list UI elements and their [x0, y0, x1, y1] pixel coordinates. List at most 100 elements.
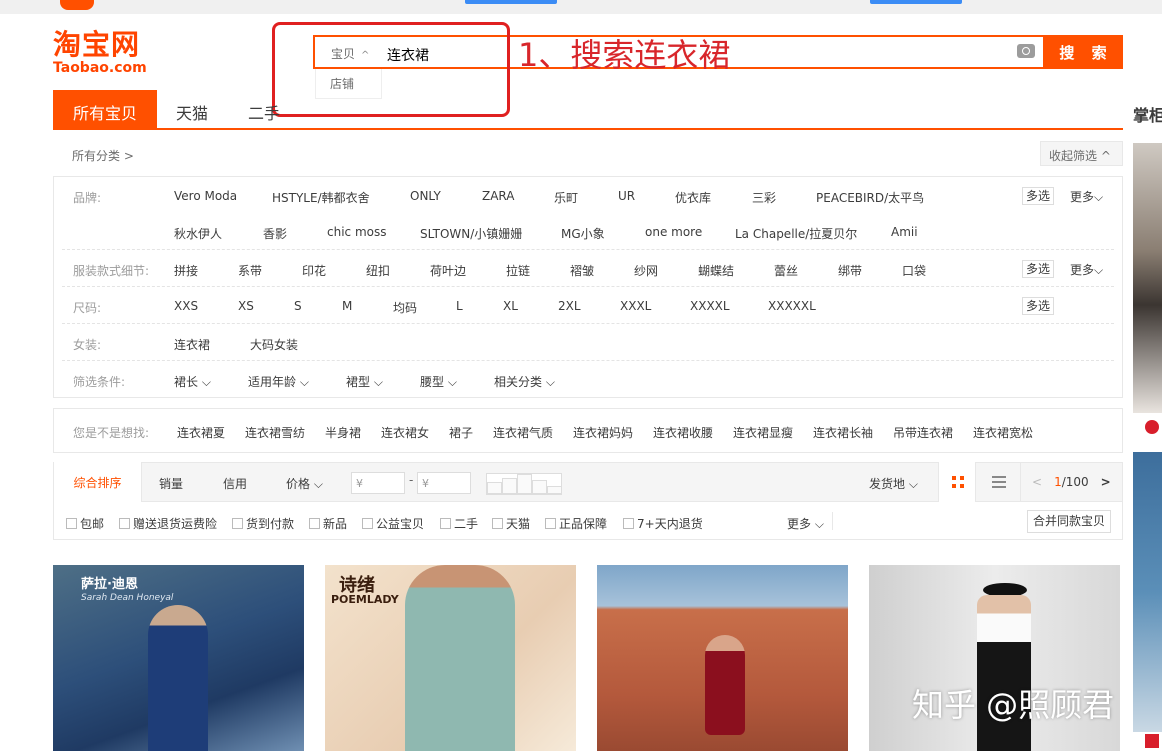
checkbox-second-hand[interactable]: 二手 — [440, 515, 478, 532]
prev-page-icon[interactable]: < — [1032, 475, 1042, 489]
search-button[interactable]: 搜 索 — [1043, 35, 1123, 69]
related-search-link[interactable]: 连衣裙宽松 — [973, 424, 1033, 441]
filter-option[interactable]: Amii — [891, 225, 918, 239]
multi-select-button[interactable]: 多选 — [1022, 187, 1054, 205]
related-search-link[interactable]: 连衣裙夏 — [177, 424, 225, 441]
filter-option[interactable]: 秋水伊人 — [174, 225, 222, 242]
filter-option[interactable]: HSTYLE/韩都衣舍 — [272, 189, 370, 206]
related-search-link[interactable]: 连衣裙妈妈 — [573, 424, 633, 441]
filter-option[interactable]: PEACEBIRD/太平鸟 — [816, 189, 924, 206]
checkbox-free-shipping[interactable]: 包邮 — [66, 515, 104, 532]
checkbox-return-insurance[interactable]: 赠送退货运费险 — [119, 515, 217, 532]
filter-dropdown[interactable]: 腰型 ⌵ — [420, 373, 457, 390]
multi-select-button[interactable]: 多选 — [1022, 297, 1054, 315]
filter-option[interactable]: XXXL — [620, 299, 651, 313]
checkbox-tmall[interactable]: 天猫 — [492, 515, 530, 532]
taobao-logo[interactable]: 淘宝网 Taobao.com — [53, 30, 147, 77]
filter-option[interactable]: SLTOWN/小镇姗姗 — [420, 225, 522, 242]
side-ad-image[interactable] — [1133, 143, 1162, 413]
tab-all-items[interactable]: 所有宝贝 — [53, 90, 157, 128]
sort-credit[interactable]: 信用 — [223, 475, 247, 492]
related-search-link[interactable]: 裙子 — [449, 424, 473, 441]
filter-option[interactable]: MG小象 — [561, 225, 605, 242]
filter-option[interactable]: 绑带 — [838, 262, 862, 279]
breadcrumb[interactable]: 所有分类 > — [72, 147, 134, 164]
related-search-link[interactable]: 连衣裙女 — [381, 424, 429, 441]
filter-option[interactable]: 系带 — [238, 262, 262, 279]
list-view-icon[interactable] — [992, 476, 1006, 488]
checkbox-new[interactable]: 新品 — [309, 515, 347, 532]
sort-default[interactable]: 综合排序 — [54, 462, 142, 502]
filter-option[interactable]: La Chapelle/拉夏贝尔 — [735, 225, 857, 242]
filter-option[interactable]: 纽扣 — [366, 262, 390, 279]
filter-option[interactable]: 拉链 — [506, 262, 530, 279]
merge-same-items-button[interactable]: 合并同款宝贝 — [1027, 510, 1111, 533]
more-button[interactable]: 更多⌵ — [1070, 188, 1103, 205]
related-search-link[interactable]: 半身裙 — [325, 424, 361, 441]
filter-option[interactable]: 均码 — [393, 299, 417, 316]
filter-option[interactable]: 大码女装 — [250, 336, 298, 353]
related-search-link[interactable]: 连衣裙显瘦 — [733, 424, 793, 441]
filter-option[interactable]: 口袋 — [902, 262, 926, 279]
related-search-link[interactable]: 连衣裙长袖 — [813, 424, 873, 441]
filter-option[interactable]: S — [294, 299, 302, 313]
filter-option[interactable]: 连衣裙 — [174, 336, 210, 353]
filter-dropdown[interactable]: 适用年龄 ⌵ — [248, 373, 309, 390]
filter-option[interactable]: 印花 — [302, 262, 326, 279]
price-distribution-icon[interactable] — [486, 473, 562, 495]
filter-option[interactable]: L — [456, 299, 463, 313]
filter-dropdown[interactable]: 裙型 ⌵ — [346, 373, 383, 390]
filter-option[interactable]: XS — [238, 299, 254, 313]
related-search-link[interactable]: 连衣裙气质 — [493, 424, 553, 441]
grid-view-icon[interactable] — [938, 462, 976, 502]
filter-option[interactable]: chic moss — [327, 225, 386, 239]
filter-option[interactable]: 三彩 — [752, 189, 776, 206]
filter-option[interactable]: XXXXXL — [768, 299, 816, 313]
filter-option[interactable]: 蕾丝 — [774, 262, 798, 279]
checkbox-genuine[interactable]: 正品保障 — [545, 515, 607, 532]
checkbox-charity[interactable]: 公益宝贝 — [362, 515, 424, 532]
filter-option[interactable]: 香影 — [263, 225, 287, 242]
filter-option[interactable]: 纱网 — [634, 262, 658, 279]
sort-price[interactable]: 价格 ⌵ — [286, 475, 323, 492]
product-card[interactable]: 萨拉·迪恩 Sarah Dean Honeyal — [53, 565, 304, 751]
related-search-link[interactable]: 连衣裙收腰 — [653, 424, 713, 441]
more-options-button[interactable]: 更多 ⌵ — [787, 515, 824, 532]
collapse-filter-button[interactable]: 收起筛选 ^ — [1040, 141, 1123, 166]
checkbox-cod[interactable]: 货到付款 — [232, 515, 294, 532]
filter-option[interactable]: 蝴蝶结 — [698, 262, 734, 279]
filter-option[interactable]: 荷叶边 — [430, 262, 466, 279]
filter-option[interactable]: ZARA — [482, 189, 515, 203]
filter-dropdown[interactable]: 裙长 ⌵ — [174, 373, 211, 390]
more-button[interactable]: 更多⌵ — [1070, 261, 1103, 278]
filter-option[interactable]: 乐町 — [554, 189, 578, 206]
checkbox-7day-return[interactable]: 7+天内退货 — [623, 515, 703, 532]
multi-select-button[interactable]: 多选 — [1022, 260, 1054, 278]
next-page-icon[interactable]: > — [1101, 475, 1111, 489]
side-ad-image-2[interactable] — [1133, 452, 1162, 732]
filter-option[interactable]: XXS — [174, 299, 198, 313]
price-min-input[interactable]: ¥ — [351, 472, 405, 494]
filter-option[interactable]: 褶皱 — [570, 262, 594, 279]
related-search-link[interactable]: 连衣裙雪纺 — [245, 424, 305, 441]
filter-option[interactable]: 优衣库 — [675, 189, 711, 206]
sort-sales[interactable]: 销量 — [159, 475, 183, 492]
filter-option[interactable]: one more — [645, 225, 702, 239]
filter-option[interactable]: XXXXL — [690, 299, 730, 313]
camera-icon[interactable] — [1017, 44, 1035, 58]
filter-option[interactable]: XL — [503, 299, 518, 313]
filter-option[interactable]: M — [342, 299, 352, 313]
filter-option[interactable]: UR — [618, 189, 635, 203]
filter-option[interactable]: ONLY — [410, 189, 441, 203]
price-max-input[interactable]: ¥ — [417, 472, 471, 494]
filter-option[interactable]: 2XL — [558, 299, 581, 313]
tab-tmall[interactable]: 天猫 — [176, 90, 208, 128]
tab-second-hand[interactable]: 二手 — [248, 90, 280, 128]
filter-option[interactable]: 拼接 — [174, 262, 198, 279]
filter-option[interactable]: Vero Moda — [174, 189, 237, 203]
related-search-link[interactable]: 吊带连衣裙 — [893, 424, 953, 441]
product-card[interactable]: 诗绪 POEMLADY — [325, 565, 576, 751]
product-card[interactable] — [597, 565, 848, 751]
ship-from-dropdown[interactable]: 发货地 ⌵ — [869, 475, 918, 492]
filter-dropdown[interactable]: 相关分类 ⌵ — [494, 373, 555, 390]
